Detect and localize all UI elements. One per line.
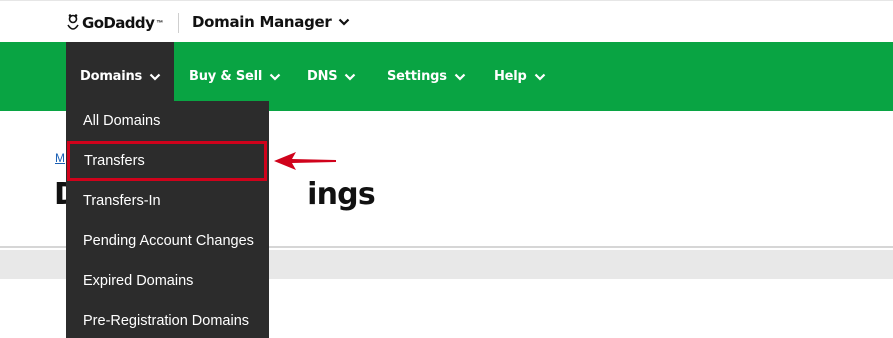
chevron-down-icon bbox=[269, 73, 281, 81]
menu-item-all-domains[interactable]: All Domains bbox=[66, 101, 269, 141]
godaddy-logo-icon bbox=[66, 13, 80, 33]
page-title-right: ings bbox=[307, 177, 376, 212]
page: GoDaddy ™ Domain Manager Domains Buy & Se… bbox=[0, 0, 893, 338]
breadcrumb[interactable]: M bbox=[55, 151, 65, 165]
domains-dropdown-menu: All Domains Transfers Transfers-In Pendi… bbox=[66, 101, 269, 338]
menu-item-pre-registration-domains[interactable]: Pre-Registration Domains bbox=[66, 301, 269, 338]
menu-item-transfers[interactable]: Transfers bbox=[67, 141, 267, 181]
nav-label: Domains bbox=[80, 69, 143, 84]
chevron-down-icon bbox=[338, 18, 350, 26]
menu-item-transfers-in[interactable]: Transfers-In bbox=[66, 181, 269, 221]
top-header: GoDaddy ™ Domain Manager bbox=[0, 0, 893, 42]
menu-item-label: Expired Domains bbox=[83, 273, 194, 289]
chevron-down-icon bbox=[149, 73, 161, 81]
menu-item-label: Pre-Registration Domains bbox=[83, 313, 250, 329]
chevron-down-icon bbox=[534, 73, 546, 81]
brand-trademark: ™ bbox=[156, 19, 164, 27]
nav-label: Buy & Sell bbox=[189, 69, 263, 84]
chevron-down-icon bbox=[344, 73, 356, 81]
header-divider bbox=[178, 13, 179, 33]
app-switcher[interactable]: Domain Manager bbox=[192, 13, 350, 31]
menu-item-pending-account-changes[interactable]: Pending Account Changes bbox=[66, 221, 269, 261]
menu-item-label: Pending Account Changes bbox=[83, 233, 254, 249]
nav-help[interactable]: Help bbox=[480, 42, 560, 111]
brand-name: GoDaddy bbox=[82, 14, 155, 32]
nav-dns[interactable]: DNS bbox=[293, 42, 370, 111]
chevron-down-icon bbox=[454, 73, 466, 81]
menu-item-label: Transfers-In bbox=[83, 193, 161, 209]
app-title: Domain Manager bbox=[192, 13, 332, 31]
red-arrow-icon bbox=[272, 150, 338, 172]
godaddy-logo[interactable]: GoDaddy ™ bbox=[66, 9, 163, 37]
nav-label: Settings bbox=[387, 69, 447, 84]
nav-label: Help bbox=[494, 69, 527, 84]
menu-item-expired-domains[interactable]: Expired Domains bbox=[66, 261, 269, 301]
menu-item-label: All Domains bbox=[83, 113, 161, 129]
nav-label: DNS bbox=[307, 69, 338, 84]
menu-item-label: Transfers bbox=[84, 153, 145, 169]
nav-settings[interactable]: Settings bbox=[373, 42, 480, 111]
